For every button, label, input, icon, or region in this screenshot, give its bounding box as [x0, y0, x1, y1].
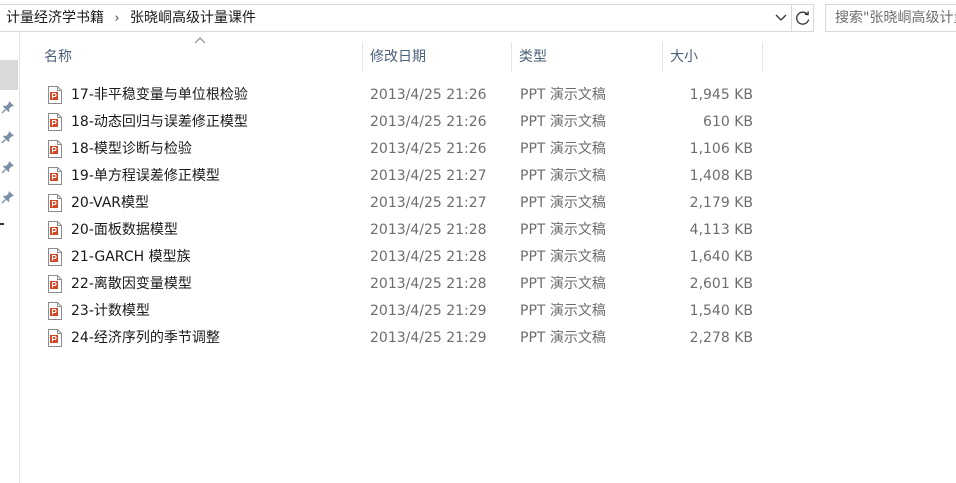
file-type: PPT 演示文稿 [520, 141, 606, 157]
file-row[interactable]: 23-计数模型 2013/4/25 21:29 PPT 演示文稿 1,540 K… [40, 298, 780, 325]
file-row[interactable]: 20-面板数据模型 2013/4/25 21:28 PPT 演示文稿 4,113… [40, 217, 780, 244]
address-bar[interactable]: 计量经济学书籍 › 张晓峒高级计量课件 [0, 4, 814, 32]
file-row[interactable]: 19-单方程误差修正模型 2013/4/25 21:27 PPT 演示文稿 1,… [40, 163, 780, 190]
file-date: 2013/4/25 21:26 [370, 141, 487, 157]
ppt-file-icon [48, 86, 62, 104]
ppt-file-icon [48, 194, 62, 212]
file-row[interactable]: 18-模型诊断与检验 2013/4/25 21:26 PPT 演示文稿 1,10… [40, 136, 780, 163]
file-row[interactable]: 20-VAR模型 2013/4/25 21:27 PPT 演示文稿 2,179 … [40, 190, 780, 217]
file-type: PPT 演示文稿 [520, 222, 606, 238]
file-type: PPT 演示文稿 [520, 303, 606, 319]
file-name[interactable]: 23-计数模型 [71, 298, 150, 325]
file-row[interactable]: 18-动态回归与误差修正模型 2013/4/25 21:26 PPT 演示文稿 … [40, 109, 780, 136]
file-date: 2013/4/25 21:28 [370, 249, 487, 265]
nav-selected-item[interactable] [0, 60, 18, 90]
file-date: 2013/4/25 21:28 [370, 222, 487, 238]
column-divider[interactable] [511, 42, 512, 72]
file-date: 2013/4/25 21:29 [370, 330, 487, 346]
file-date: 2013/4/25 21:26 [370, 87, 487, 103]
file-date: 2013/4/25 21:29 [370, 303, 487, 319]
file-name[interactable]: 22-离散因变量模型 [71, 271, 192, 298]
ppt-file-icon [48, 167, 62, 185]
ppt-file-icon [48, 221, 62, 239]
nav-expand-marker[interactable] [0, 223, 4, 225]
refresh-button[interactable] [791, 5, 814, 31]
search-placeholder: 搜索"张晓峒高级计量课件" [835, 10, 956, 26]
ppt-file-icon [48, 113, 62, 131]
navigation-pane[interactable] [0, 33, 20, 483]
file-row[interactable]: 22-离散因变量模型 2013/4/25 21:28 PPT 演示文稿 2,60… [40, 271, 780, 298]
column-divider[interactable] [662, 42, 663, 72]
file-size: 610 KB [703, 114, 753, 130]
ppt-file-icon [48, 140, 62, 158]
file-size: 2,179 KB [689, 195, 753, 211]
file-size: 2,278 KB [689, 330, 753, 346]
file-type: PPT 演示文稿 [520, 168, 606, 184]
breadcrumb-item-current[interactable]: 张晓峒高级计量课件 [128, 5, 258, 31]
file-row[interactable]: 17-非平稳变量与单位根检验 2013/4/25 21:26 PPT 演示文稿 … [40, 82, 780, 109]
file-row[interactable]: 21-GARCH 模型族 2013/4/25 21:28 PPT 演示文稿 1,… [40, 244, 780, 271]
column-header-type[interactable]: 类型 [514, 42, 662, 72]
file-date: 2013/4/25 21:27 [370, 168, 487, 184]
file-size: 1,640 KB [689, 249, 753, 265]
ppt-file-icon [48, 302, 62, 320]
refresh-icon [796, 11, 810, 25]
pin-icon[interactable] [1, 100, 15, 114]
column-divider[interactable] [762, 42, 763, 72]
file-name[interactable]: 18-模型诊断与检验 [71, 136, 192, 163]
file-name[interactable]: 20-面板数据模型 [71, 217, 178, 244]
file-size: 2,601 KB [689, 276, 753, 292]
file-name[interactable]: 19-单方程误差修正模型 [71, 163, 220, 190]
file-name[interactable]: 17-非平稳变量与单位根检验 [71, 82, 248, 109]
file-row[interactable]: 24-经济序列的季节调整 2013/4/25 21:29 PPT 演示文稿 2,… [40, 325, 780, 352]
file-size: 1,540 KB [689, 303, 753, 319]
column-header-name[interactable]: 名称 [39, 42, 362, 72]
file-list: 17-非平稳变量与单位根检验 2013/4/25 21:26 PPT 演示文稿 … [40, 82, 780, 352]
file-size: 4,113 KB [689, 222, 753, 238]
ppt-file-icon [48, 275, 62, 293]
file-name[interactable]: 24-经济序列的季节调整 [71, 325, 220, 352]
pin-icon[interactable] [1, 160, 15, 174]
file-type: PPT 演示文稿 [520, 276, 606, 292]
breadcrumb-separator[interactable]: › [106, 6, 128, 32]
file-name[interactable]: 20-VAR模型 [71, 190, 149, 217]
file-type: PPT 演示文稿 [520, 87, 606, 103]
breadcrumb-item-parent[interactable]: 计量经济学书籍 [4, 5, 106, 31]
column-header-date[interactable]: 修改日期 [365, 42, 511, 72]
column-divider[interactable] [362, 42, 363, 72]
file-date: 2013/4/25 21:26 [370, 114, 487, 130]
pin-icon[interactable] [1, 130, 15, 144]
file-size: 1,106 KB [689, 141, 753, 157]
file-name[interactable]: 18-动态回归与误差修正模型 [71, 109, 248, 136]
file-type: PPT 演示文稿 [520, 330, 606, 346]
ppt-file-icon [48, 248, 62, 266]
search-input[interactable]: 搜索"张晓峒高级计量课件" [825, 4, 956, 32]
chevron-down-icon [775, 14, 787, 21]
file-type: PPT 演示文稿 [520, 195, 606, 211]
column-header-size[interactable]: 大小 [665, 42, 762, 72]
file-date: 2013/4/25 21:27 [370, 195, 487, 211]
address-history-dropdown[interactable] [772, 5, 790, 31]
column-header-row: 名称 修改日期 类型 大小 [20, 37, 780, 72]
pin-icon[interactable] [1, 190, 15, 204]
file-type: PPT 演示文稿 [520, 114, 606, 130]
ppt-file-icon [48, 329, 62, 347]
file-type: PPT 演示文稿 [520, 249, 606, 265]
file-date: 2013/4/25 21:28 [370, 276, 487, 292]
file-size: 1,408 KB [689, 168, 753, 184]
file-size: 1,945 KB [689, 87, 753, 103]
file-name[interactable]: 21-GARCH 模型族 [71, 244, 191, 271]
breadcrumb: 计量经济学书籍 › 张晓峒高级计量课件 [4, 5, 258, 31]
